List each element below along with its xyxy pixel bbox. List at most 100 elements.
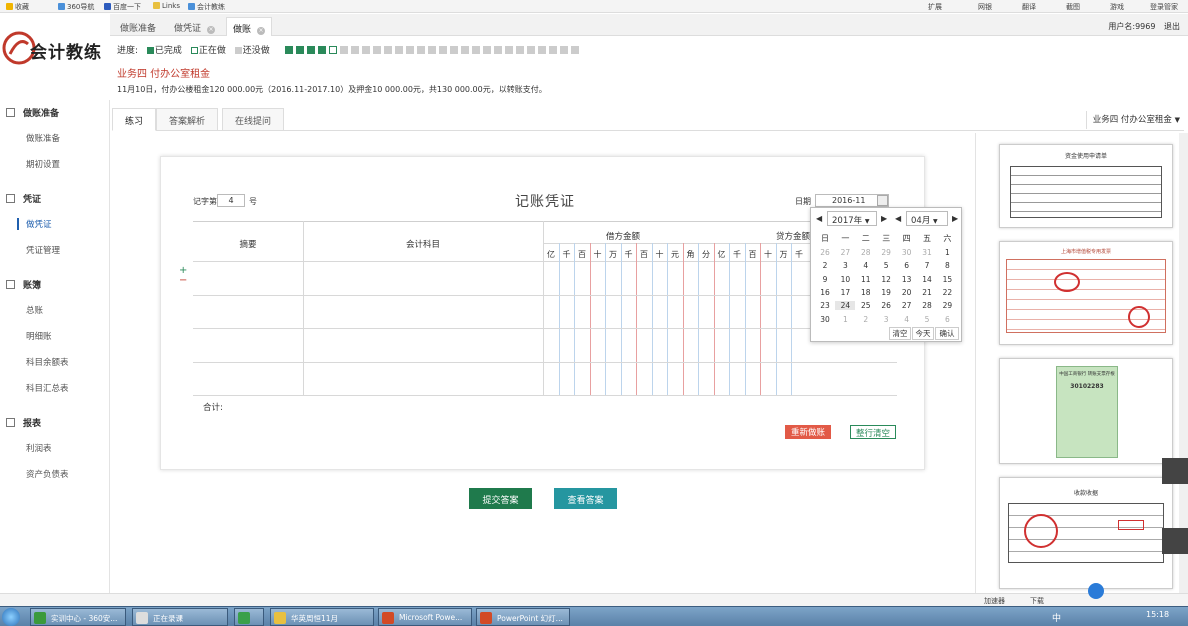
prev-year-icon[interactable]: ◀ xyxy=(816,214,822,223)
calendar-day[interactable]: 20 xyxy=(897,288,917,297)
right-scrollbar[interactable] xyxy=(1179,133,1188,596)
reset-button[interactable]: 重新做账 xyxy=(785,425,831,439)
calendar-day[interactable]: 6 xyxy=(937,315,957,324)
clock[interactable]: 15:18 xyxy=(1146,610,1169,619)
calendar-day[interactable]: 9 xyxy=(815,275,835,284)
thumb-fund-request[interactable]: 资金使用申请单 xyxy=(999,144,1173,228)
menu-icon[interactable] xyxy=(1162,458,1188,484)
remove-row-icon[interactable]: − xyxy=(179,275,187,286)
bookmark-360[interactable]: 360导航 xyxy=(58,2,94,12)
calendar-day[interactable]: 23 xyxy=(815,301,835,310)
sidebar-item-ledger[interactable]: 总账 xyxy=(26,304,43,316)
calendar-day[interactable]: 11 xyxy=(856,275,876,284)
calendar-day[interactable]: 25 xyxy=(856,301,876,310)
calendar-day[interactable]: 30 xyxy=(815,315,835,324)
cal-confirm-button[interactable]: 确认 xyxy=(935,327,959,340)
view-answer-button[interactable]: 查看答案 xyxy=(554,488,617,509)
calendar-day[interactable]: 3 xyxy=(835,261,855,270)
calendar-day[interactable]: 1 xyxy=(937,248,957,257)
calendar-day[interactable]: 24 xyxy=(835,301,856,311)
calendar-day[interactable]: 1 xyxy=(835,315,855,324)
tab-zuo-pingzheng[interactable]: 做凭证 × xyxy=(168,17,221,36)
calendar-day[interactable]: 28 xyxy=(917,301,937,310)
tool-login[interactable]: 登录管家 xyxy=(1150,2,1178,12)
bookmark-favorites[interactable]: 收藏 xyxy=(6,2,29,12)
taskbar-item-powerpoint[interactable]: Microsoft Powe... xyxy=(378,608,472,626)
calendar-day[interactable]: 27 xyxy=(835,248,855,257)
close-icon[interactable]: × xyxy=(207,26,216,34)
tool-games[interactable]: 游戏 xyxy=(1110,2,1124,12)
voucher-number-input[interactable]: 4 xyxy=(217,194,245,207)
tab-practice[interactable]: 练习 xyxy=(112,108,157,131)
calendar-day[interactable]: 31 xyxy=(917,248,937,257)
sidebar-item-prepare[interactable]: 做账准备 xyxy=(26,132,60,144)
prev-month-icon[interactable]: ◀ xyxy=(895,214,901,223)
calendar-day[interactable]: 30 xyxy=(897,248,917,257)
tool-screenshot[interactable]: 截图 xyxy=(1066,2,1080,12)
next-month-icon[interactable]: ▶ xyxy=(952,214,958,223)
calendar-day[interactable]: 29 xyxy=(937,301,957,310)
bookmark-kuaiji[interactable]: 会计教练 xyxy=(188,2,225,12)
calendar-day[interactable]: 4 xyxy=(856,261,876,270)
calendar-day[interactable]: 26 xyxy=(876,301,896,310)
thumb-receipt[interactable]: 收款收据 xyxy=(999,477,1173,589)
sidebar-item-balance-sheet[interactable]: 资产负债表 xyxy=(26,468,69,480)
taskbar-item-training[interactable]: 实训中心 - 360安... xyxy=(30,608,126,626)
next-year-icon[interactable]: ▶ xyxy=(881,214,887,223)
thumb-vat-invoice[interactable]: 上海市增值税专用发票 xyxy=(999,241,1173,345)
calendar-day[interactable]: 21 xyxy=(917,288,937,297)
calendar-day[interactable]: 10 xyxy=(835,275,855,284)
calendar-day[interactable]: 26 xyxy=(815,248,835,257)
calendar-day[interactable]: 27 xyxy=(897,301,917,310)
tool-bank[interactable]: 网银 xyxy=(978,2,992,12)
calendar-day[interactable]: 16 xyxy=(815,288,835,297)
calendar-day[interactable]: 28 xyxy=(856,248,876,257)
calendar-day[interactable]: 5 xyxy=(917,315,937,324)
baidu-du-icon[interactable] xyxy=(1088,583,1104,599)
calendar-day[interactable]: 5 xyxy=(876,261,896,270)
tab-answer[interactable]: 答案解析 xyxy=(156,108,219,131)
download-label[interactable]: 下载 xyxy=(1030,596,1044,606)
cal-today-button[interactable]: 今天 xyxy=(912,327,934,340)
close-icon[interactable]: × xyxy=(257,27,266,35)
tool-extend[interactable]: 扩展 xyxy=(928,2,942,12)
calendar-day[interactable]: 6 xyxy=(897,261,917,270)
calendar-day[interactable]: 3 xyxy=(876,315,896,324)
sidebar-item-income[interactable]: 利润表 xyxy=(26,442,52,454)
calendar-day[interactable]: 22 xyxy=(937,288,957,297)
calendar-day[interactable]: 12 xyxy=(876,275,896,284)
sidebar-item-opening[interactable]: 期初设置 xyxy=(26,158,60,170)
calendar-day[interactable]: 19 xyxy=(876,288,896,297)
calendar-day[interactable]: 4 xyxy=(897,315,917,324)
taskbar-item-slideshow[interactable]: PowerPoint 幻灯... xyxy=(476,608,570,626)
calendar-day[interactable]: 14 xyxy=(917,275,937,284)
edit-icon[interactable] xyxy=(1162,528,1188,554)
sidebar-item-detail[interactable]: 明细账 xyxy=(26,330,52,342)
sidebar-item-voucher-manage[interactable]: 凭证管理 xyxy=(26,244,60,256)
calendar-day[interactable]: 29 xyxy=(876,248,896,257)
start-button[interactable] xyxy=(2,608,20,626)
cal-clear-button[interactable]: 清空 xyxy=(889,327,911,340)
calendar-day[interactable]: 2 xyxy=(856,315,876,324)
submit-answer-button[interactable]: 提交答案 xyxy=(469,488,532,509)
calendar-day[interactable]: 8 xyxy=(937,261,957,270)
calendar-day[interactable]: 13 xyxy=(897,275,917,284)
calendar-day[interactable]: 7 xyxy=(917,261,937,270)
calendar-day[interactable]: 2 xyxy=(815,261,835,270)
ime-indicator[interactable]: 中 xyxy=(1052,611,1061,624)
year-select[interactable]: 2017年 ▼ xyxy=(827,211,877,226)
calendar-icon[interactable] xyxy=(877,195,888,206)
logout-link[interactable]: 退出 xyxy=(1164,22,1180,31)
sidebar-item-summary[interactable]: 科目汇总表 xyxy=(26,382,69,394)
bookmark-links[interactable]: Links xyxy=(153,2,180,10)
tab-zuozhang-zhunbei[interactable]: 做账准备 xyxy=(114,17,162,36)
taskbar-item-app[interactable] xyxy=(234,608,264,626)
clear-row-button[interactable]: 整行清空 xyxy=(850,425,896,439)
tab-ask[interactable]: 在线提问 xyxy=(222,108,285,131)
accelerator-label[interactable]: 加速器 xyxy=(984,596,1005,606)
tool-translate[interactable]: 翻译 xyxy=(1022,2,1036,12)
bookmark-baidu[interactable]: 百度一下 xyxy=(104,2,141,12)
taskbar-item-folder[interactable]: 华英周恒11月 xyxy=(270,608,374,626)
month-select[interactable]: 04月 ▼ xyxy=(906,211,948,226)
business-select[interactable]: 业务四 付办公室租金 ▼ xyxy=(1085,111,1184,129)
